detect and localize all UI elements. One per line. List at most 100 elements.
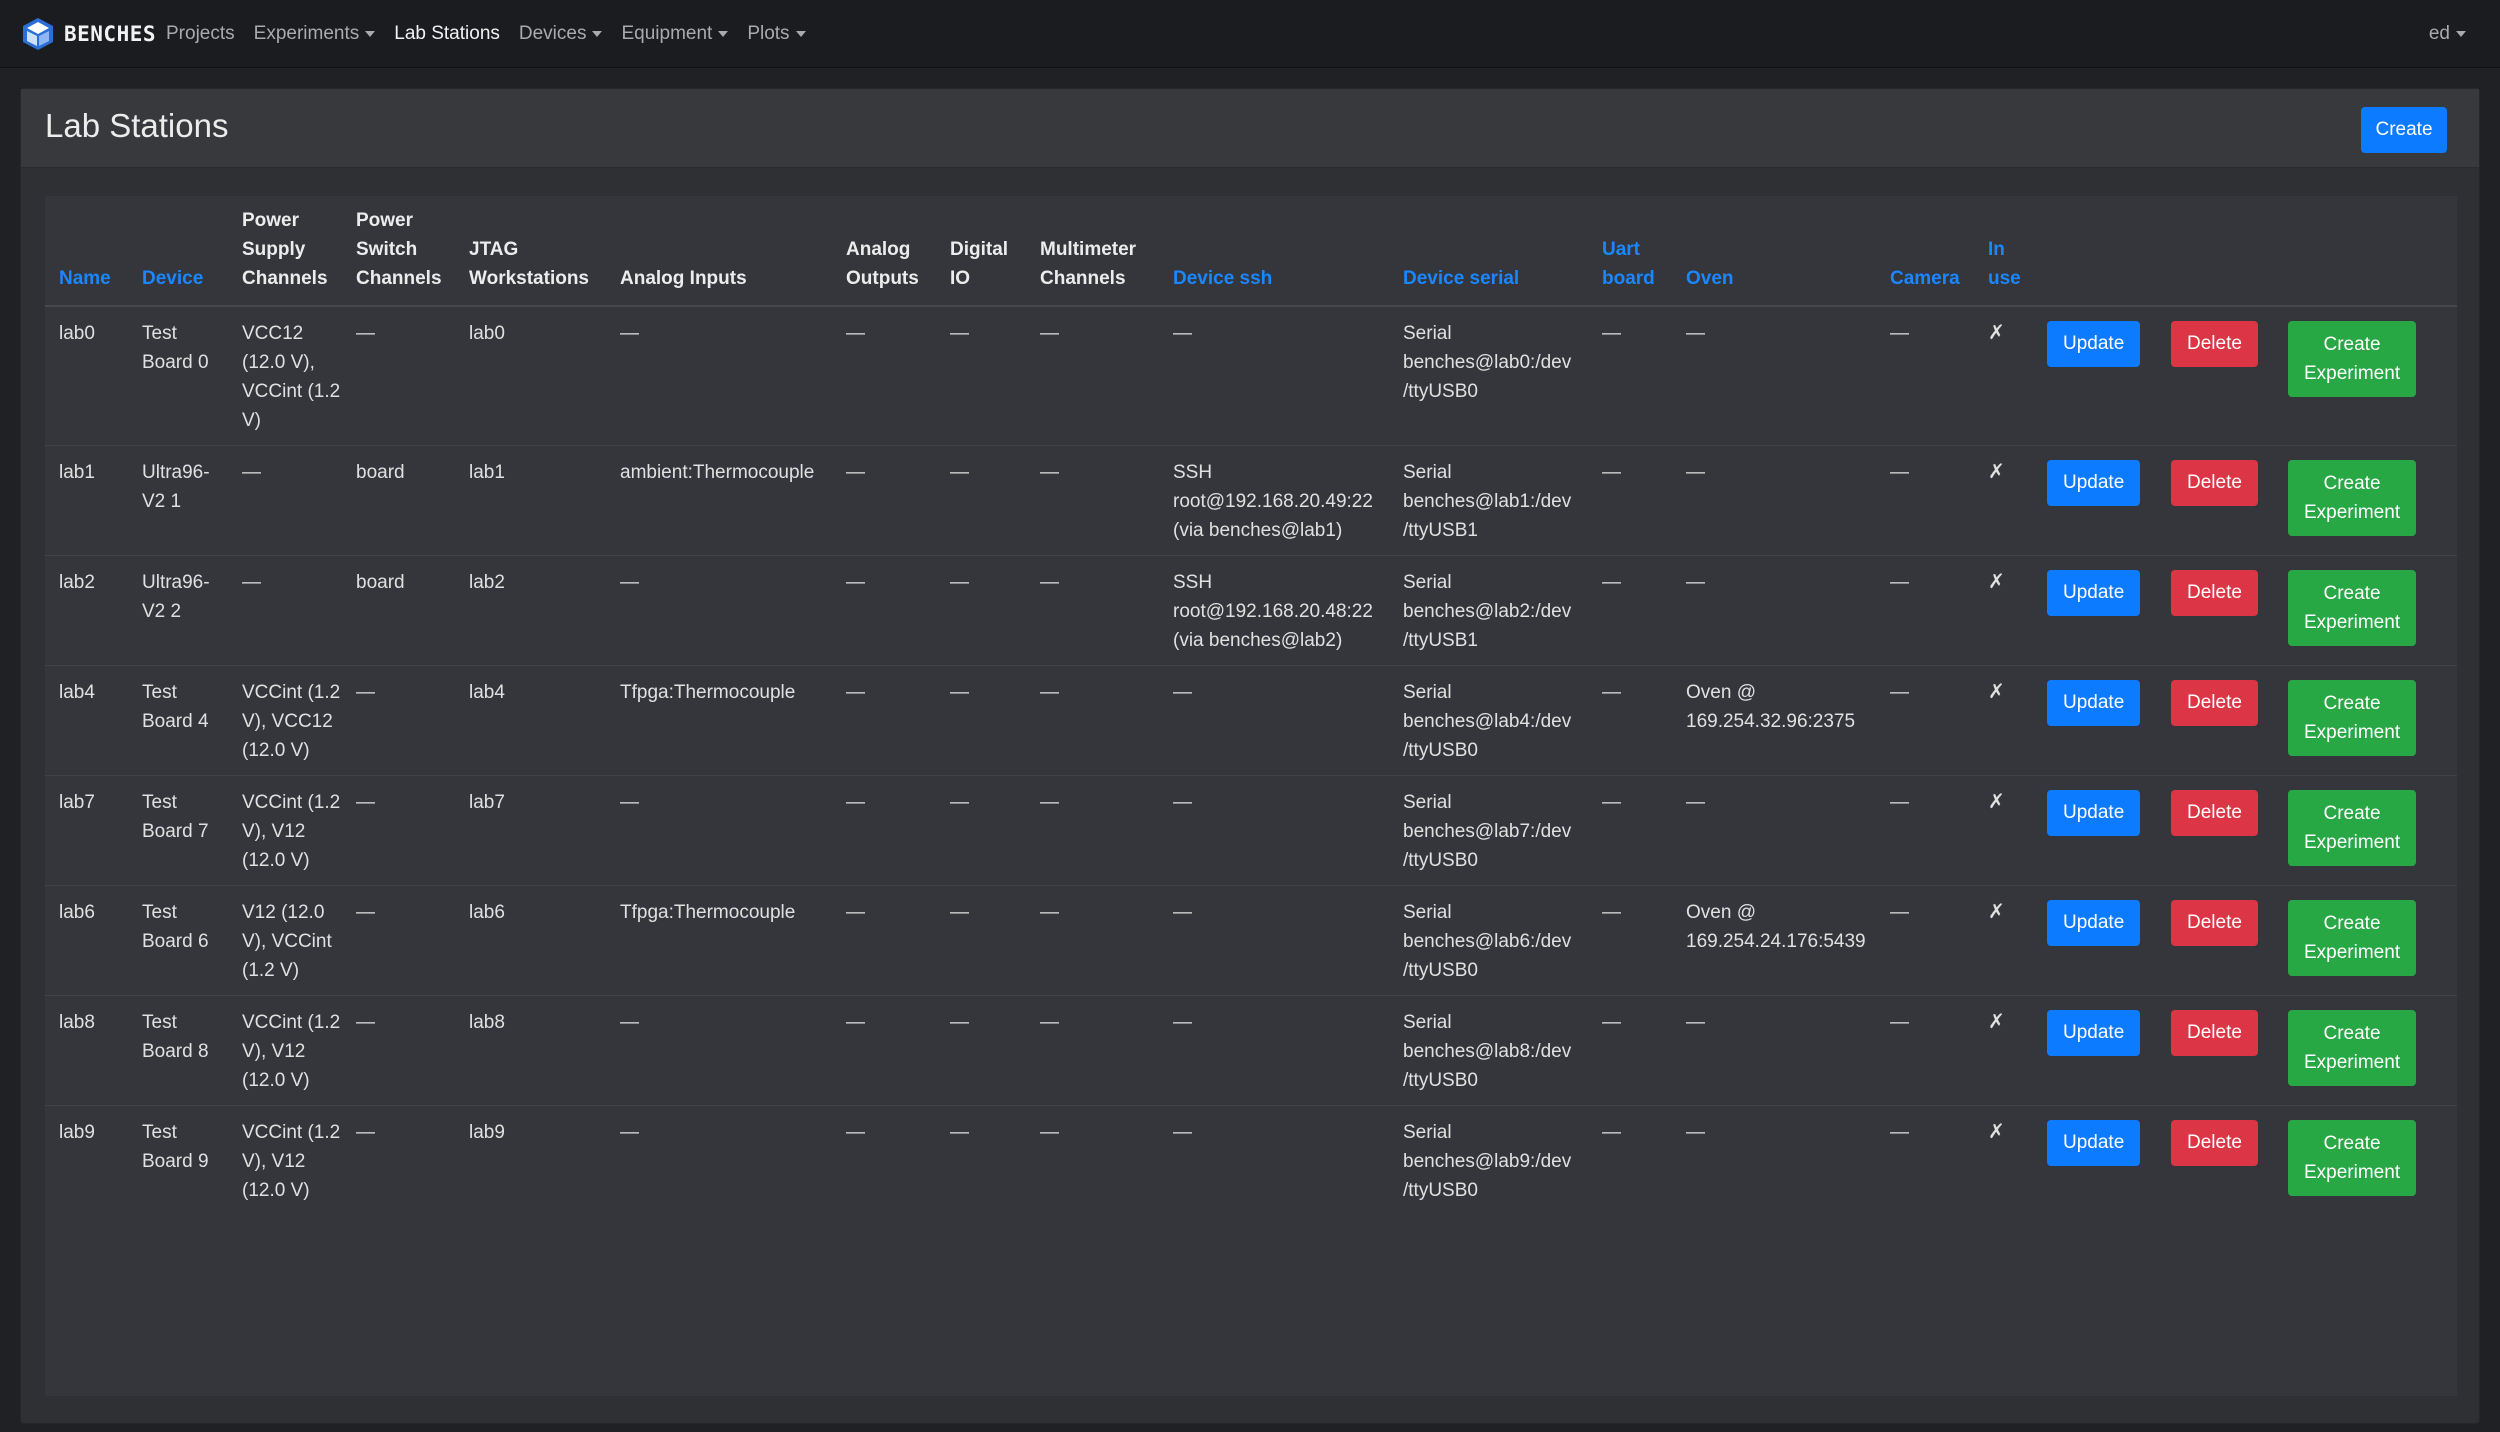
create-experiment-button[interactable]: Create Experiment: [2288, 321, 2416, 397]
power-supply-channels: VCC12 (12.0 V), VCCint (1.2 V): [242, 323, 341, 431]
oven: —: [1672, 555, 1876, 666]
column-header-name[interactable]: Name: [45, 196, 128, 307]
update-button[interactable]: Update: [2047, 460, 2141, 506]
device-serial: Serial benches@lab9:/dev /ttyUSB0: [1389, 1105, 1588, 1215]
device-name[interactable]: Test Board 7: [128, 775, 228, 886]
actions-cell: Delete: [2157, 306, 2274, 446]
uart-board: —: [1588, 775, 1672, 886]
update-button[interactable]: Update: [2047, 321, 2141, 367]
analog-outputs: —: [832, 1105, 936, 1215]
digital-io: —: [936, 885, 1026, 996]
actions-cell: Create Experiment: [2274, 306, 2457, 446]
device-name[interactable]: Test Board 0: [128, 306, 228, 446]
benches-logo-icon: [23, 18, 53, 50]
camera: —: [1890, 323, 1909, 344]
column-header-device[interactable]: Device: [128, 196, 228, 307]
update-button[interactable]: Update: [2047, 1120, 2141, 1166]
actions-cell: Create Experiment: [2274, 995, 2457, 1106]
station-name: lab0: [59, 323, 95, 344]
nav-item-projects[interactable]: Projects: [166, 23, 235, 45]
in-use-indicator: ✗: [1974, 775, 2033, 886]
column-header-jtag-workstations: JTAG Workstations: [455, 196, 606, 307]
analog-outputs: —: [832, 665, 936, 776]
analog-inputs: ambient:Thermocouple: [606, 445, 832, 556]
uart-board: —: [1588, 445, 1672, 556]
device-ssh: SSH root@192.168.20.48:22 (via benches@l…: [1159, 555, 1389, 666]
digital-io: —: [950, 323, 969, 344]
station-name: lab1: [45, 445, 128, 556]
create-experiment-button[interactable]: Create Experiment: [2288, 460, 2416, 536]
power-switch-channels: —: [342, 665, 455, 776]
in-use-indicator: ✗: [1974, 1105, 2033, 1215]
nav-item-equipment[interactable]: Equipment: [621, 23, 729, 45]
camera: —: [1876, 1105, 1974, 1215]
device-name[interactable]: Test Board 4: [128, 665, 228, 776]
column-header-power-supply-channels: Power Supply Channels: [228, 196, 342, 307]
delete-button[interactable]: Delete: [2171, 1010, 2258, 1056]
device-name[interactable]: Ultra96-V2 1: [128, 445, 228, 556]
device-serial: Serial benches@lab4:/dev /ttyUSB0: [1389, 665, 1588, 776]
actions-cell: Create Experiment: [2274, 885, 2457, 996]
delete-button[interactable]: Delete: [2171, 460, 2258, 506]
camera: —: [1876, 555, 1974, 666]
delete-button[interactable]: Delete: [2171, 900, 2258, 946]
device-name[interactable]: Test Board 6: [128, 885, 228, 996]
device-name[interactable]: Test Board 9: [128, 1105, 228, 1215]
nav-item-experiments[interactable]: Experiments: [254, 23, 376, 45]
update-button[interactable]: Update: [2047, 1010, 2141, 1056]
camera: —: [1876, 445, 1974, 556]
nav-item-plots[interactable]: Plots: [747, 23, 806, 45]
brand-link[interactable]: BENCHES: [20, 16, 156, 52]
create-experiment-button[interactable]: Create Experiment: [2288, 900, 2416, 976]
nav-item-devices[interactable]: Devices: [519, 23, 603, 45]
create-experiment-button[interactable]: Create Experiment: [2288, 1120, 2416, 1196]
create-experiment-button[interactable]: Create Experiment: [2288, 680, 2416, 756]
camera: —: [1876, 775, 1974, 886]
analog-inputs: Tfpga:Thermocouple: [606, 885, 832, 996]
update-button[interactable]: Update: [2047, 570, 2141, 616]
column-header-device-ssh[interactable]: Device ssh: [1159, 196, 1389, 307]
user-menu[interactable]: ed: [2429, 0, 2466, 68]
power-supply-channels: VCCint (1.2 V), V12 (12.0 V): [228, 1105, 342, 1215]
create-button[interactable]: Create: [2361, 107, 2447, 153]
column-header-in-use[interactable]: In use: [1974, 196, 2033, 307]
jtag-workstation: lab6: [455, 885, 606, 996]
update-button[interactable]: Update: [2047, 790, 2141, 836]
delete-button[interactable]: Delete: [2171, 570, 2258, 616]
create-experiment-button[interactable]: Create Experiment: [2288, 1010, 2416, 1086]
oven: —: [1672, 445, 1876, 556]
camera: —: [1876, 995, 1974, 1106]
column-header-oven[interactable]: Oven: [1672, 196, 1876, 307]
power-switch-channels: —: [342, 995, 455, 1106]
column-header-multimeter-channels: Multimeter Channels: [1026, 196, 1159, 307]
delete-button[interactable]: Delete: [2171, 321, 2258, 367]
in-use-indicator: ✗: [1974, 665, 2033, 776]
card-header: Lab Stations Create: [21, 89, 2479, 168]
actions-cell: Delete: [2157, 775, 2274, 886]
station-name: lab4: [45, 665, 128, 776]
column-header-camera[interactable]: Camera: [1876, 196, 1974, 307]
station-name: lab6: [45, 885, 128, 996]
analog-outputs: —: [832, 775, 936, 886]
table-row: lab9 Test Board 9 VCCint (1.2 V), V12 (12.…: [45, 1105, 2457, 1215]
device-name[interactable]: Ultra96-V2 2: [128, 555, 228, 666]
delete-button[interactable]: Delete: [2171, 1120, 2258, 1166]
create-experiment-button[interactable]: Create Experiment: [2288, 790, 2416, 866]
update-button[interactable]: Update: [2047, 680, 2141, 726]
delete-button[interactable]: Delete: [2171, 790, 2258, 836]
power-switch-channels: —: [342, 885, 455, 996]
actions-cell: Create Experiment: [2274, 775, 2457, 886]
delete-button[interactable]: Delete: [2171, 680, 2258, 726]
column-header-device-serial[interactable]: Device serial: [1389, 196, 1588, 307]
nav-item-lab-stations[interactable]: Lab Stations: [394, 23, 500, 45]
table-row: lab4 Test Board 4 VCCint (1.2 V), VCC12 (1…: [45, 665, 2457, 776]
in-use-indicator: ✗: [1988, 322, 2005, 344]
lab-stations-card: Lab Stations Create Name Device Power Supp…: [20, 88, 2480, 1424]
update-button[interactable]: Update: [2047, 900, 2141, 946]
chevron-down-icon: [795, 31, 806, 37]
analog-outputs: —: [846, 323, 865, 344]
device-name[interactable]: Test Board 8: [128, 995, 228, 1106]
uart-board: —: [1588, 665, 1672, 776]
column-header-uart-board[interactable]: Uart board: [1588, 196, 1672, 307]
create-experiment-button[interactable]: Create Experiment: [2288, 570, 2416, 646]
